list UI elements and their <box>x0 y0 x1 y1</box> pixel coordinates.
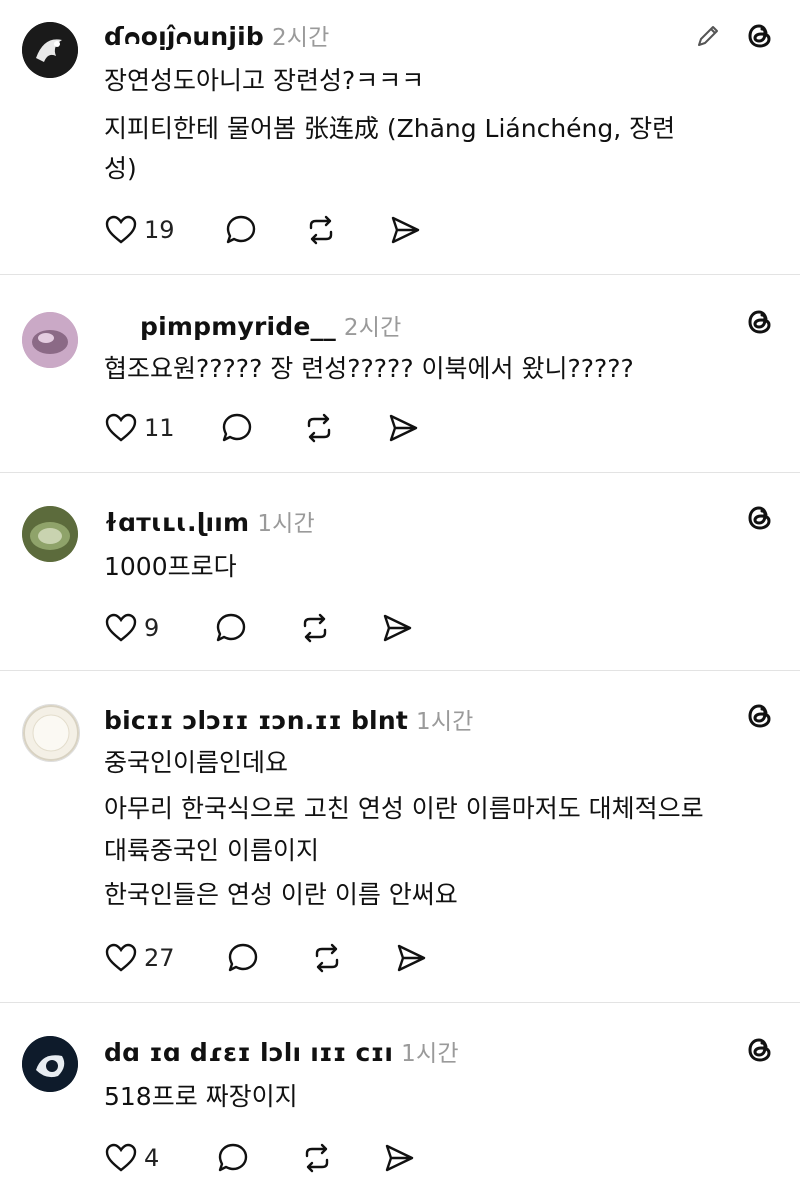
repost-icon <box>303 613 327 643</box>
action-bar: 19 <box>104 212 464 248</box>
threads-logo-icon[interactable] <box>744 700 776 732</box>
share-button[interactable] <box>380 610 414 646</box>
share-icon <box>385 1144 414 1172</box>
avatar[interactable] <box>22 506 78 562</box>
reply-text-line: 대륙중국인 이름이지 <box>104 836 319 865</box>
reply-button[interactable] <box>226 940 260 976</box>
username[interactable]: ɫɑᴛɩʟɩ.ɭıım 1시간 <box>104 504 315 538</box>
share-button[interactable] <box>394 940 428 976</box>
like-button[interactable]: 19 <box>104 212 175 248</box>
pencil-icon[interactable] <box>694 22 722 50</box>
action-bar: 11 <box>104 410 464 446</box>
like-button[interactable]: 11 <box>104 410 175 446</box>
username[interactable]: dɑ ɪɑ dɾɛɪ lɔlı ıɪɪ cɪı 1시간 <box>104 1034 459 1068</box>
like-count: 19 <box>144 216 175 244</box>
comment-icon <box>222 413 252 442</box>
action-bar: 4 <box>104 1140 464 1176</box>
share-button[interactable] <box>386 410 420 446</box>
threads-logo-icon[interactable] <box>744 1034 776 1066</box>
heart-icon <box>105 943 137 972</box>
heart-icon <box>105 1143 137 1172</box>
like-button[interactable]: 9 <box>104 610 159 646</box>
repost-icon <box>309 215 333 245</box>
username-text[interactable]: dɑ ɪɑ dɾɛɪ lɔlı ıɪɪ cɪı <box>104 1038 393 1067</box>
reply-text-line: 518프로 짜장이지 <box>104 1082 298 1111</box>
timestamp: 1시간 <box>401 1041 459 1067</box>
username-text[interactable]: ɫɑᴛɩʟɩ.ɭıım <box>104 508 249 537</box>
avatar[interactable] <box>22 312 78 368</box>
share-icon <box>391 216 420 244</box>
reply-button[interactable] <box>224 212 258 248</box>
comment-icon <box>226 215 256 244</box>
like-count: 27 <box>144 944 175 972</box>
username-text[interactable]: pimpmyride__ <box>140 312 336 341</box>
repost-icon <box>307 413 331 443</box>
username[interactable]: pimpmyride__ 2시간 <box>140 308 401 342</box>
username-text[interactable]: ɗᴒᴏᴉĵᴒunjib <box>104 22 264 51</box>
comment-icon <box>216 613 246 642</box>
heart-icon <box>105 413 137 442</box>
username[interactable]: ɗᴒᴏᴉĵᴒunjib 2시간 <box>104 18 330 52</box>
reply-button[interactable] <box>214 610 248 646</box>
heart-icon <box>105 215 137 244</box>
heart-icon <box>105 613 137 642</box>
username-text[interactable]: bicɪɪ ɔlɔɪɪ ɪɔn.ɪɪ blnt <box>104 706 408 735</box>
avatar[interactable] <box>22 704 80 762</box>
repost-icon <box>315 943 339 973</box>
reply-text-line: 협조요원????? 장 련성????? 이북에서 왔니????? <box>104 354 634 383</box>
comment-icon <box>218 1143 248 1172</box>
divider <box>0 1002 800 1003</box>
comment-icon <box>228 943 258 972</box>
action-bar: 9 <box>104 610 464 646</box>
share-icon <box>389 414 418 442</box>
like-count: 11 <box>144 414 175 442</box>
avatar[interactable] <box>22 22 78 78</box>
reply-text-line: 한국인들은 연성 이란 이름 안써요 <box>104 880 458 909</box>
like-count: 9 <box>144 614 160 642</box>
reply-text-line: 장연성도아니고 장련성?ㅋㅋㅋ <box>104 66 425 95</box>
timestamp: 2시간 <box>343 315 402 341</box>
share-button[interactable] <box>388 212 422 248</box>
repost-button[interactable] <box>304 212 338 248</box>
threads-logo-icon[interactable] <box>744 306 776 338</box>
reply-text-line: 아무리 한국식으로 고친 연성 이란 이름마저도 대체적으로 <box>104 794 704 823</box>
threads-logo-icon[interactable] <box>744 502 776 534</box>
share-icon <box>397 944 426 972</box>
like-button[interactable]: 4 <box>104 1140 159 1176</box>
reply-text-line: 성) <box>104 154 137 183</box>
reply-button[interactable] <box>216 1140 250 1176</box>
repost-button[interactable] <box>302 410 336 446</box>
divider <box>0 670 800 671</box>
threads-logo-icon[interactable] <box>744 20 776 52</box>
action-bar: 27 <box>104 940 464 976</box>
repost-button[interactable] <box>300 1140 334 1176</box>
share-icon <box>383 614 412 642</box>
like-button[interactable]: 27 <box>104 940 175 976</box>
divider <box>0 472 800 473</box>
avatar[interactable] <box>22 1036 78 1092</box>
reply-text-line: 중국인이름인데요 <box>104 748 289 777</box>
timestamp: 1시간 <box>415 709 474 735</box>
repost-button[interactable] <box>298 610 332 646</box>
divider <box>0 274 800 275</box>
share-button[interactable] <box>382 1140 416 1176</box>
repost-icon <box>305 1143 329 1173</box>
repost-button[interactable] <box>310 940 344 976</box>
timestamp: 2시간 <box>271 25 330 51</box>
username[interactable]: bicɪɪ ɔlɔɪɪ ɪɔn.ɪɪ blnt 1시간 <box>104 702 474 736</box>
reply-button[interactable] <box>220 410 254 446</box>
timestamp: 1시간 <box>257 511 315 537</box>
like-count: 4 <box>144 1144 160 1172</box>
reply-text-line: 1000프로다 <box>104 552 237 581</box>
reply-text-line: 지피티한테 물어봄 张连成 (Zhāng Liánchéng, 장련 <box>104 114 676 143</box>
